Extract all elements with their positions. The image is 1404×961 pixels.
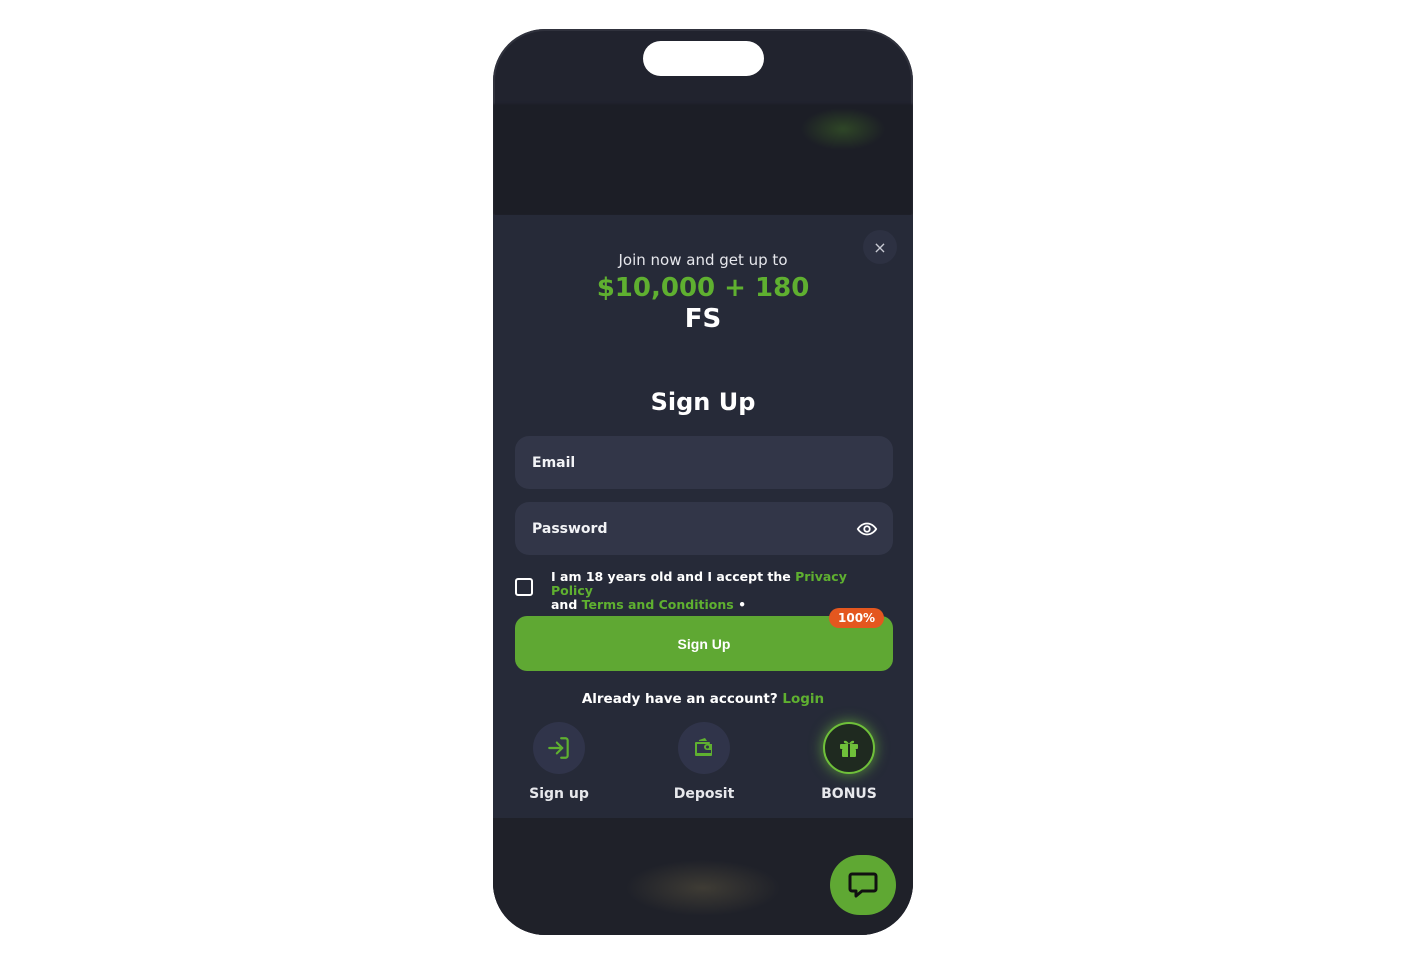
already-text: Already have an account? [581, 691, 778, 707]
promo-subtitle: Join now and get up to [618, 251, 788, 269]
login-arrow-icon [548, 737, 569, 759]
phone-frame: × Join now and get up to $10,000 + 180 F… [493, 29, 913, 935]
password-field-wrapper [515, 502, 893, 555]
chat-bubble-icon [848, 872, 878, 898]
consent-prefix: I am 18 years old and I accept the [551, 569, 791, 584]
promo-unit: FS [684, 304, 722, 334]
terms-link[interactable]: Terms and Conditions [582, 597, 734, 612]
gift-icon [840, 740, 858, 757]
consent-and: and [551, 597, 578, 612]
step-deposit-label: Deposit [673, 786, 735, 802]
bonus-percent-badge: 100% [829, 608, 885, 628]
background-blur-top [493, 104, 913, 215]
required-marker: • [738, 597, 747, 612]
eye-icon[interactable] [856, 518, 878, 540]
email-field-wrapper [515, 436, 893, 489]
chat-button[interactable] [830, 855, 896, 915]
step-deposit[interactable]: Deposit [649, 722, 759, 802]
dynamic-island [643, 41, 764, 76]
wallet-icon [695, 738, 712, 756]
step-deposit-circle [678, 722, 730, 774]
login-link[interactable]: Login [782, 691, 824, 707]
step-bonus-circle [823, 722, 875, 774]
step-signup[interactable]: Sign up [504, 722, 614, 802]
email-field[interactable] [530, 453, 878, 472]
step-signup-label: Sign up [529, 786, 589, 802]
step-bonus-label: BONUS [821, 786, 877, 802]
promo-amount: $10,000 + 180 [596, 273, 810, 303]
login-prompt: Already have an account? Login [493, 691, 913, 707]
consent-text: I am 18 years old and I accept the Priva… [551, 570, 893, 612]
step-signup-circle [533, 722, 585, 774]
form-title: Sign Up [650, 388, 756, 416]
password-field[interactable] [530, 519, 856, 538]
age-consent-checkbox[interactable] [515, 578, 533, 596]
signup-modal: × Join now and get up to $10,000 + 180 F… [493, 215, 913, 818]
step-bonus[interactable]: BONUS [794, 722, 904, 802]
consent-row: I am 18 years old and I accept the Priva… [515, 570, 893, 612]
